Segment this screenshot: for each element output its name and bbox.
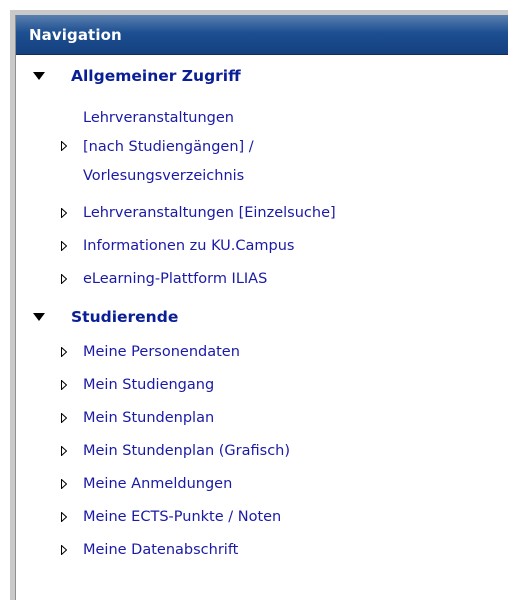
menu-item-mein-stundenplan[interactable]: Mein Stundenplan bbox=[16, 403, 508, 436]
triangle-right-icon bbox=[61, 274, 67, 284]
section-allgemeiner-zugriff: Allgemeiner Zugriff Lehrveranstaltungen [… bbox=[16, 56, 508, 297]
menu-item-meine-ects-punkte-noten[interactable]: Meine ECTS-Punkte / Noten bbox=[16, 502, 508, 535]
menu-item-label: Meine Anmeldungen bbox=[83, 476, 233, 492]
menu-item-meine-anmeldungen[interactable]: Meine Anmeldungen bbox=[16, 469, 508, 502]
menu-item-label-line: Lehrveranstaltungen bbox=[83, 110, 234, 126]
triangle-right-icon bbox=[61, 241, 67, 251]
menu-item-label: Lehrveranstaltungen [nach Studiengängen] … bbox=[83, 104, 413, 191]
navigation-header: Navigation bbox=[16, 15, 508, 55]
navigation-panel: Navigation Allgemeiner Zugriff Lehrveran… bbox=[15, 15, 508, 600]
triangle-right-icon bbox=[61, 512, 67, 522]
page: Navigation Allgemeiner Zugriff Lehrveran… bbox=[0, 0, 508, 600]
menu-item-elearning-ilias[interactable]: eLearning-Plattform ILIAS bbox=[16, 264, 508, 297]
menu-item-label: Meine ECTS-Punkte / Noten bbox=[83, 509, 282, 525]
navigation-menu: Allgemeiner Zugriff Lehrveranstaltungen [… bbox=[16, 56, 508, 568]
menu-item-informationen-ku-campus[interactable]: Informationen zu KU.Campus bbox=[16, 231, 508, 264]
menu-item-lehrveranstaltungen-studiengaenge[interactable]: Lehrveranstaltungen [nach Studiengängen] … bbox=[16, 96, 508, 198]
section-studierende: Studierende Meine Personendaten Mein Stu… bbox=[16, 297, 508, 568]
triangle-right-icon bbox=[61, 208, 67, 218]
menu-item-label: Mein Studiengang bbox=[83, 377, 215, 393]
triangle-right-icon bbox=[61, 545, 67, 555]
triangle-right-icon bbox=[61, 446, 67, 456]
triangle-down-icon bbox=[33, 72, 45, 80]
menu-item-label: Mein Stundenplan bbox=[83, 410, 215, 426]
triangle-right-icon bbox=[61, 347, 67, 357]
menu-item-lehrveranstaltungen-einzelsuche[interactable]: Lehrveranstaltungen [Einzelsuche] bbox=[16, 198, 508, 231]
triangle-right-icon bbox=[61, 479, 67, 489]
section-label: Studierende bbox=[71, 308, 179, 326]
menu-item-mein-stundenplan-grafisch[interactable]: Mein Stundenplan (Grafisch) bbox=[16, 436, 508, 469]
section-toggle-studierende[interactable]: Studierende bbox=[16, 297, 508, 337]
menu-item-label: Informationen zu KU.Campus bbox=[83, 238, 295, 254]
triangle-down-icon bbox=[33, 313, 45, 321]
menu-item-label: Mein Stundenplan (Grafisch) bbox=[83, 443, 291, 459]
menu-item-mein-studiengang[interactable]: Mein Studiengang bbox=[16, 370, 508, 403]
menu-item-label-line: [nach Studiengängen] / bbox=[83, 139, 254, 155]
triangle-right-icon bbox=[61, 380, 67, 390]
menu-item-label: Meine Datenabschrift bbox=[83, 542, 239, 558]
menu-item-label-line: Vorlesungsverzeichnis bbox=[83, 168, 245, 184]
menu-item-meine-personendaten[interactable]: Meine Personendaten bbox=[16, 337, 508, 370]
navigation-title: Navigation bbox=[29, 26, 122, 44]
navigation-frame: Navigation Allgemeiner Zugriff Lehrveran… bbox=[10, 10, 508, 600]
menu-item-label: Lehrveranstaltungen [Einzelsuche] bbox=[83, 205, 336, 221]
menu-item-meine-datenabschrift[interactable]: Meine Datenabschrift bbox=[16, 535, 508, 568]
section-label: Allgemeiner Zugriff bbox=[71, 67, 241, 85]
triangle-right-icon bbox=[61, 413, 67, 423]
menu-item-label: Meine Personendaten bbox=[83, 344, 240, 360]
menu-item-label: eLearning-Plattform ILIAS bbox=[83, 271, 268, 287]
section-toggle-allgemeiner-zugriff[interactable]: Allgemeiner Zugriff bbox=[16, 56, 508, 96]
triangle-right-icon bbox=[61, 141, 67, 151]
